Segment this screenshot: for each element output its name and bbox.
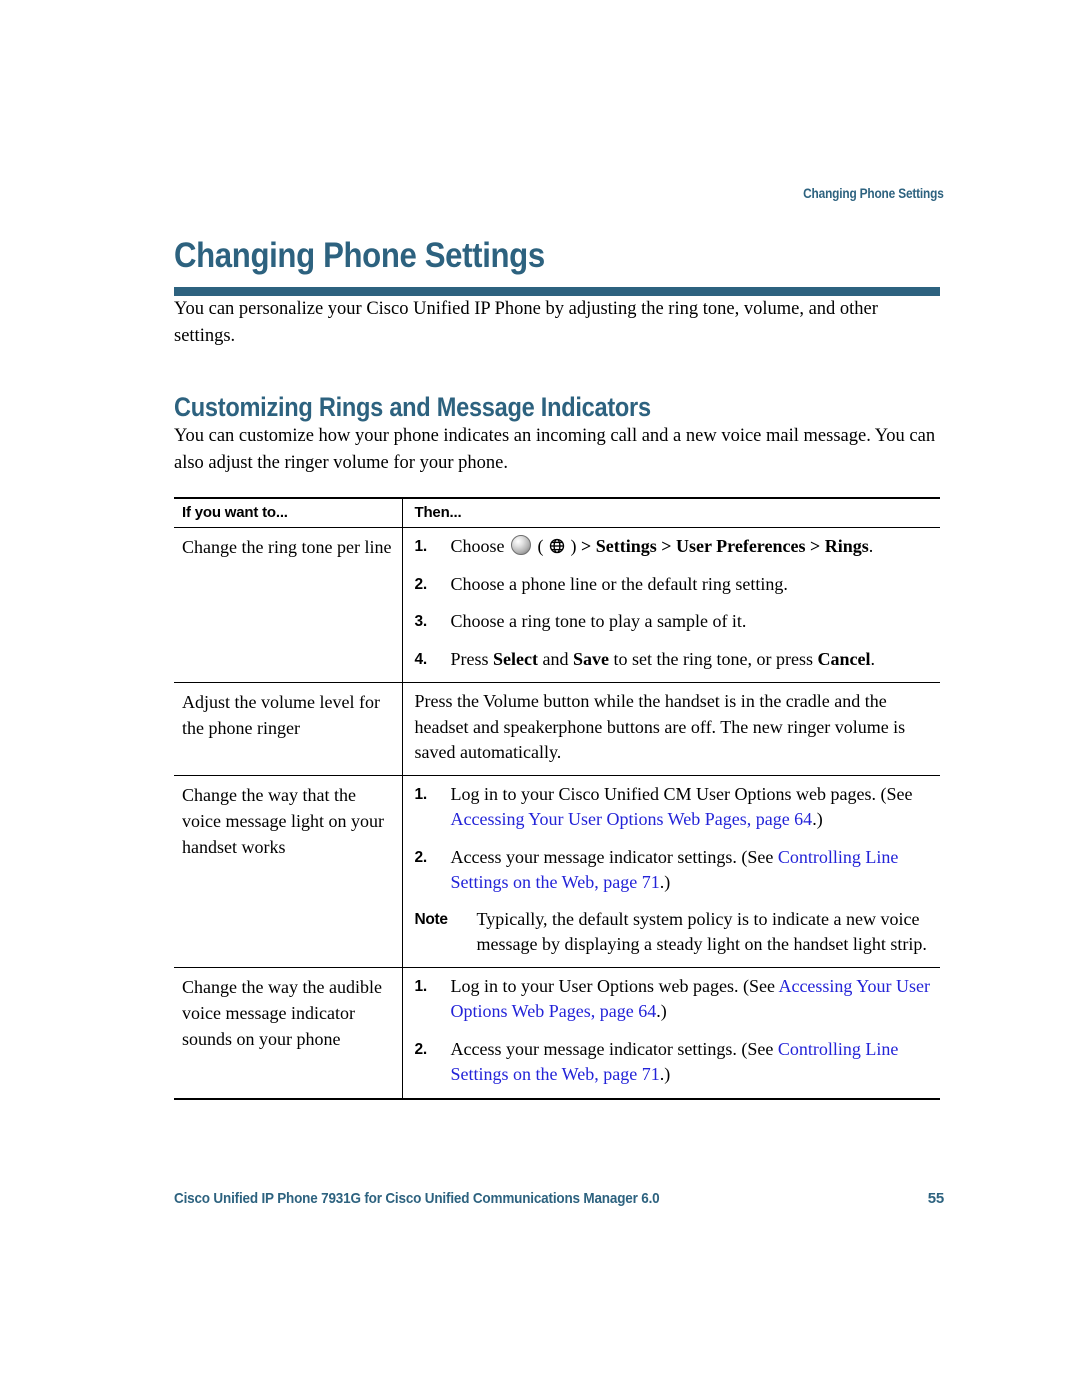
cross-reference-link[interactable]: Accessing Your User Options Web Pages, p…	[451, 809, 813, 829]
document-page: Changing Phone Settings Changing Phone S…	[0, 0, 1080, 1397]
table-row: Adjust the volume level for the phone ri…	[174, 682, 940, 776]
step-list: 1. Log in to your User Options web pages.…	[415, 974, 935, 1088]
step-list: 1. Log in to your Cisco Unified CM User O…	[415, 782, 935, 896]
column-header-if-you-want-to: If you want to...	[174, 497, 402, 528]
step-number: 1.	[414, 538, 428, 555]
step-number: 1.	[414, 785, 428, 803]
footer-page-number: 55	[927, 1190, 945, 1207]
globe-settings-icon	[549, 538, 565, 554]
page-content: Changing Phone Settings You can personal…	[174, 235, 940, 1100]
cross-reference-link[interactable]: Controlling Line Settings on the Web, pa…	[451, 1039, 899, 1085]
step-text: Choose a ring tone to play a sample of i…	[450, 611, 747, 631]
note-text: Typically, the default system policy is …	[476, 908, 927, 955]
cell-if-you-want-to: Change the way that the voice message li…	[174, 775, 402, 968]
step-item: 2. Choose a phone line or the default rin…	[415, 572, 935, 598]
running-head: Changing Phone Settings	[803, 186, 945, 201]
procedure-table: If you want to... Then... Change the rin…	[174, 497, 940, 1100]
note-label: Note	[414, 910, 449, 928]
cross-reference-link[interactable]: Accessing Your User Options Web Pages, p…	[451, 976, 930, 1022]
step-text: Access your message indicator settings. …	[450, 846, 899, 893]
step-item: 1. Log in to your Cisco Unified CM User O…	[415, 782, 935, 833]
task-description: Change the way the audible voice message…	[182, 976, 382, 1049]
step-item: 2. Access your message indicator settings…	[415, 1037, 935, 1088]
cell-if-you-want-to: Change the way the audible voice message…	[174, 967, 402, 1100]
bold-term: > Settings > User Preferences > Rings	[581, 536, 869, 556]
cell-then: Press the Volume button while the handse…	[401, 682, 940, 776]
step-item: 1. Choose ( ) > Settings > User Preferenc…	[415, 534, 935, 560]
step-number: 2.	[414, 1040, 428, 1058]
step-text: Choose ( ) > Settings > User Preferences…	[450, 535, 874, 556]
step-text: Choose a phone line or the default ring …	[450, 573, 788, 594]
step-number: 3.	[414, 613, 428, 630]
cross-reference-link[interactable]: Controlling Line Settings on the Web, pa…	[451, 847, 899, 893]
section-title: Customizing Rings and Message Indicators	[174, 392, 651, 422]
table-row: Change the way the audible voice message…	[174, 967, 940, 1100]
cell-then: 1. Choose ( ) > Settings > User Preferenc…	[401, 527, 940, 683]
step-text: Log in to your Cisco Unified CM User Opt…	[450, 783, 913, 830]
settings-ball-icon	[511, 535, 531, 555]
footer-document-title: Cisco Unified IP Phone 7931G for Cisco U…	[174, 1190, 660, 1207]
step-item: 2. Access your message indicator settings…	[415, 845, 935, 896]
step-text: Log in to your User Options web pages. (…	[450, 975, 930, 1022]
step-text: Access your message indicator settings. …	[450, 1038, 899, 1085]
cell-if-you-want-to: Adjust the volume level for the phone ri…	[174, 682, 402, 776]
page-footer: Cisco Unified IP Phone 7931G for Cisco U…	[174, 1190, 944, 1207]
step-item: 3. Choose a ring tone to play a sample of…	[415, 609, 935, 635]
step-item: 1. Log in to your User Options web pages.…	[415, 974, 935, 1025]
step-number: 2.	[414, 848, 428, 866]
section-paragraph: You can customize how your phone indicat…	[174, 426, 936, 473]
title-rule	[174, 287, 940, 296]
step-text: Press Select and Save to set the ring to…	[450, 648, 875, 669]
table-header-row: If you want to... Then...	[174, 497, 940, 528]
bold-term: Cancel	[817, 648, 871, 669]
step-item: 4. Press Select and Save to set the ring …	[415, 647, 935, 673]
table-body: Change the ring tone per line 1. Choose ( …	[174, 527, 940, 1100]
step-number: 4.	[414, 650, 428, 668]
cell-then: 1. Log in to your User Options web pages.…	[401, 967, 940, 1100]
instruction-paragraph-wrapper: Press the Volume button while the handse…	[415, 689, 935, 766]
cell-if-you-want-to: Change the ring tone per line	[174, 527, 402, 683]
step-list: 1. Choose ( ) > Settings > User Preferenc…	[415, 534, 935, 672]
note-block: Note Typically, the default system policy…	[415, 907, 935, 958]
table-row: Change the way that the voice message li…	[174, 775, 940, 968]
step-number: 2.	[414, 575, 428, 593]
table-row: Change the ring tone per line 1. Choose ( …	[174, 527, 940, 683]
column-header-then: Then...	[401, 497, 940, 528]
intro-paragraph: You can personalize your Cisco Unified I…	[174, 299, 878, 346]
instruction-paragraph: Press the Volume button while the handse…	[414, 691, 906, 762]
cell-then: 1. Log in to your Cisco Unified CM User O…	[401, 775, 940, 968]
bold-term: Select	[493, 648, 538, 669]
task-description: Change the way that the voice message li…	[182, 784, 384, 857]
task-description: Adjust the volume level for the phone ri…	[182, 692, 380, 738]
bold-term: Save	[573, 648, 609, 669]
page-title: Changing Phone Settings	[174, 236, 545, 275]
step-number: 1.	[414, 977, 428, 995]
task-description: Change the ring tone per line	[182, 537, 392, 557]
